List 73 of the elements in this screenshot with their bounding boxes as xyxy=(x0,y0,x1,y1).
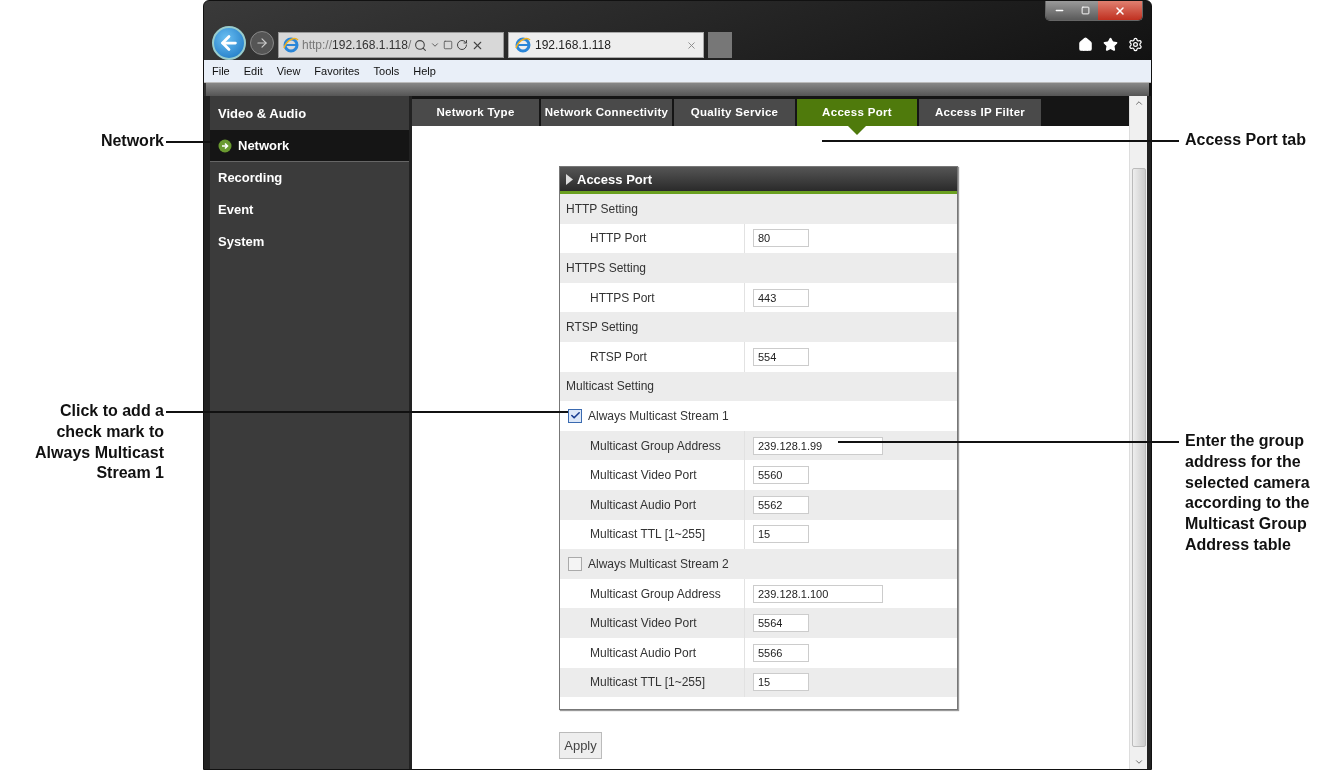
input-field[interactable]: 5562 xyxy=(753,495,809,514)
callout-text: Enter the group address for the selected camera according to the Multicast Group Address table xyxy=(1185,431,1311,555)
field-label: HTTP Port xyxy=(589,231,648,246)
forward-button[interactable] xyxy=(250,31,274,55)
scroll-up-icon[interactable] xyxy=(1133,98,1144,108)
menu-item[interactable]: Tools xyxy=(373,65,400,77)
close-button[interactable] xyxy=(1098,1,1142,20)
field-label: Multicast TTL [1~255] xyxy=(589,527,707,542)
menu-item[interactable]: View xyxy=(276,65,301,77)
panel-title: Access Port xyxy=(577,171,653,187)
input-field[interactable]: 554 xyxy=(753,347,809,366)
input-field[interactable]: 443 xyxy=(753,288,809,307)
apply-button[interactable]: Apply xyxy=(559,732,602,760)
field-label: RTSP Port xyxy=(589,349,648,364)
checkbox[interactable] xyxy=(568,408,582,423)
close-icon xyxy=(1114,4,1126,17)
favorites-button[interactable] xyxy=(1103,37,1118,52)
settings-tab[interactable]: Quality Service xyxy=(674,99,795,126)
field-label: Multicast Audio Port xyxy=(589,497,698,512)
refresh-icon[interactable] xyxy=(456,39,469,51)
callout-text: Network xyxy=(99,131,164,151)
callout-text: Click to add a check mark to Always Multicast Stream 1 xyxy=(34,401,164,484)
section-label: HTTP Setting xyxy=(565,201,638,216)
sidebar-item[interactable]: Network xyxy=(210,130,409,162)
field-label: Multicast TTL [1~255] xyxy=(589,675,707,690)
minimize-button[interactable] xyxy=(1046,1,1072,20)
triangle-icon xyxy=(566,173,573,185)
back-button[interactable] xyxy=(212,26,246,60)
maximize-button[interactable] xyxy=(1072,1,1098,20)
input-field[interactable]: 15 xyxy=(753,673,809,692)
section-label: HTTPS Setting xyxy=(565,261,647,275)
checkbox[interactable] xyxy=(568,556,582,571)
field-label: Multicast Group Address xyxy=(589,438,722,453)
menu-item[interactable]: Help xyxy=(413,65,436,77)
scroll-down-icon[interactable] xyxy=(1133,757,1144,767)
browser-logo-icon xyxy=(515,37,531,53)
settings-tab[interactable]: Network Type xyxy=(412,99,539,126)
address-text: http://192.168.1.118/ xyxy=(302,38,412,52)
menu-item[interactable]: File xyxy=(212,65,230,77)
input-field[interactable]: 5566 xyxy=(753,643,809,662)
browser-logo-icon xyxy=(283,37,299,53)
checkbox-label: Always Multicast Stream 1 xyxy=(588,408,729,423)
arrow-circle-icon xyxy=(218,138,232,153)
settings-tab[interactable]: Access IP Filter xyxy=(919,99,1041,126)
dropdown-icon[interactable] xyxy=(430,40,441,50)
field-label: Multicast Video Port xyxy=(589,468,698,483)
section-label: RTSP Setting xyxy=(565,320,639,335)
checkbox-label: Always Multicast Stream 2 xyxy=(588,556,729,571)
close-tab-icon[interactable] xyxy=(686,39,697,51)
browser-tab[interactable]: 192.168.1.118 xyxy=(508,32,704,58)
section-label: Multicast Setting xyxy=(565,379,655,394)
search-icon[interactable] xyxy=(414,38,428,52)
home-button[interactable] xyxy=(1078,37,1093,52)
callout-text: Access Port tab xyxy=(1185,130,1307,150)
field-label: Multicast Audio Port xyxy=(589,645,698,660)
field-label: Multicast Video Port xyxy=(589,616,698,631)
input-field[interactable]: 5564 xyxy=(753,614,809,633)
field-label: Multicast Group Address xyxy=(589,586,722,601)
input-field[interactable]: 80 xyxy=(753,229,809,248)
input-field[interactable]: 239.128.1.99 xyxy=(753,436,883,455)
tab-title: 192.168.1.118 xyxy=(535,38,612,52)
input-field[interactable]: 5560 xyxy=(753,466,809,485)
field-label: HTTPS Port xyxy=(589,290,656,305)
input-field[interactable]: 239.128.1.100 xyxy=(753,584,883,603)
settings-tab[interactable]: Network Connectivity xyxy=(541,99,672,126)
input-field[interactable]: 15 xyxy=(753,525,809,544)
address-bar[interactable]: http://192.168.1.118/ xyxy=(278,32,504,58)
settings-button[interactable] xyxy=(1128,37,1143,52)
page-icon[interactable] xyxy=(443,40,454,50)
scrollbar[interactable] xyxy=(1129,96,1147,769)
maximize-icon xyxy=(1080,6,1090,15)
menu-item[interactable]: Edit xyxy=(243,65,263,77)
menu-item[interactable]: Favorites xyxy=(314,65,360,77)
